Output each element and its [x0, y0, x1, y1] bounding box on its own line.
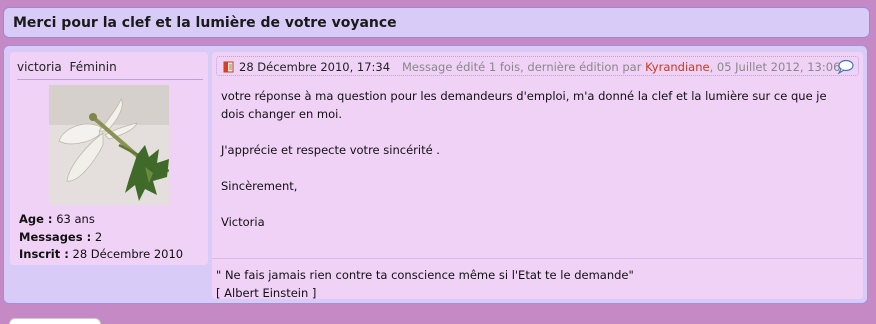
message-line: Sincèrement,: [221, 179, 298, 193]
edit-user[interactable]: Kyrandiane: [645, 60, 709, 74]
message-line: J'apprécie et respecte votre sincérité .: [221, 143, 440, 157]
author-stats: Age : 63 ans Messages : 2 Inscrit : 28 D…: [19, 211, 183, 264]
message-line: votre réponse à ma question pour les dem…: [221, 89, 827, 121]
author-messages: Messages : 2: [19, 229, 103, 244]
author-joined: Inscrit : 28 Décembre 2010: [19, 247, 184, 261]
message-panel: 28 Décembre 2010, 17:34 Message édité 1 …: [212, 52, 863, 302]
author-gender: Féminin: [69, 60, 117, 74]
message-line: Victoria: [221, 215, 265, 229]
author-age: Age : 63 ans: [19, 212, 95, 226]
topic-title-bar: Merci pour la clef et la lumière de votr…: [3, 7, 870, 38]
post-icon[interactable]: [223, 61, 235, 73]
author-name[interactable]: victoria: [17, 60, 62, 74]
message-body: votre réponse à ma question pour les dem…: [221, 87, 841, 231]
author-panel: victoria Féminin Age : 63 ans Messages :…: [10, 52, 208, 265]
message-meta-bar: 28 Décembre 2010, 17:34 Message édité 1 …: [216, 56, 859, 76]
avatar: [49, 85, 170, 205]
post-date: 28 Décembre 2010, 17:34: [239, 60, 391, 74]
edit-suffix: , 05 Juillet 2012, 13:06: [709, 60, 841, 74]
author-header: victoria Féminin: [17, 60, 203, 80]
edit-note: Message édité 1 fois, dernière édition p…: [402, 60, 840, 74]
signature-author: [ Albert Einstein ]: [216, 286, 317, 300]
post-container: victoria Féminin Age : 63 ans Messages :…: [3, 45, 868, 304]
signature: " Ne fais jamais rien contre ta conscien…: [216, 266, 634, 302]
topic-title: Merci pour la clef et la lumière de votr…: [13, 14, 397, 31]
quote-icon[interactable]: [837, 59, 854, 74]
next-panel-edge: [9, 318, 101, 324]
signature-quote: " Ne fais jamais rien contre ta conscien…: [216, 268, 634, 282]
dragonfly-avatar-image: [49, 85, 170, 205]
signature-separator: [212, 258, 863, 259]
edit-prefix: Message édité 1 fois, dernière édition p…: [402, 60, 642, 74]
